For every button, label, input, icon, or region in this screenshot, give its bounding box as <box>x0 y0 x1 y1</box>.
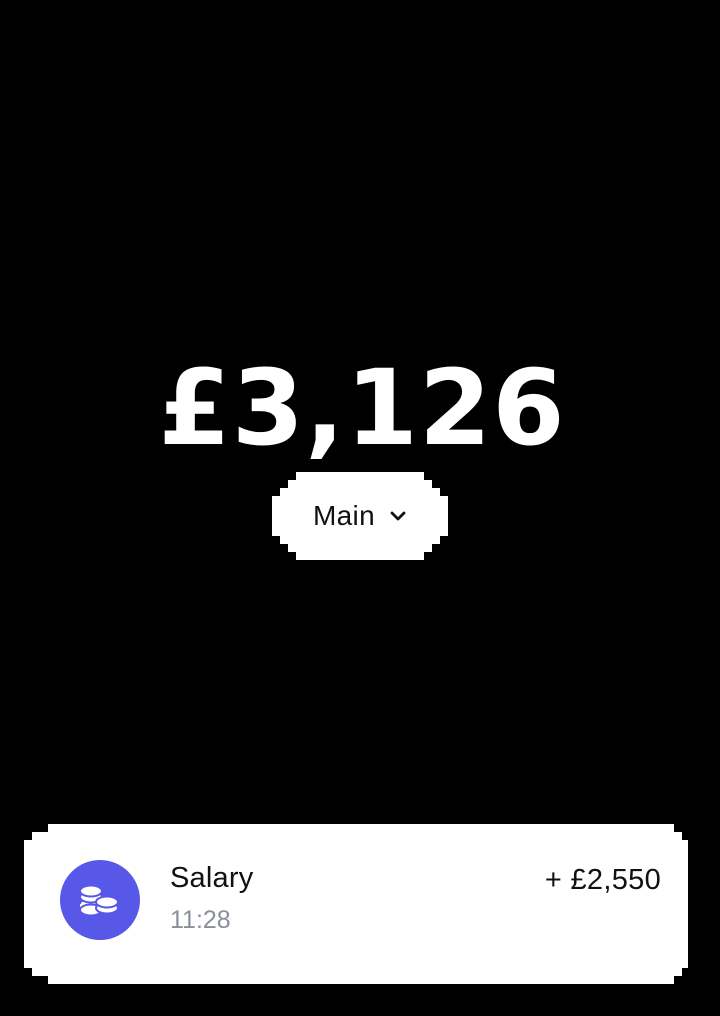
balance-display: £3,126 <box>0 347 720 472</box>
transaction-icon-badge <box>60 860 140 940</box>
transaction-card[interactable]: Salary 11:28 + £2,550 <box>24 824 688 984</box>
transaction-title: Salary <box>170 862 254 894</box>
balance-amount: £3,126 <box>158 347 565 469</box>
account-selector-label: Main <box>313 500 375 531</box>
account-selector-button[interactable]: Main <box>272 472 448 560</box>
balance-amount-graphic: £3,126 <box>158 347 564 469</box>
transaction-time: 11:28 <box>170 906 231 934</box>
transaction-amount: + £2,550 <box>544 864 661 896</box>
coins-icon <box>79 884 119 917</box>
chevron-down-icon <box>390 511 406 521</box>
